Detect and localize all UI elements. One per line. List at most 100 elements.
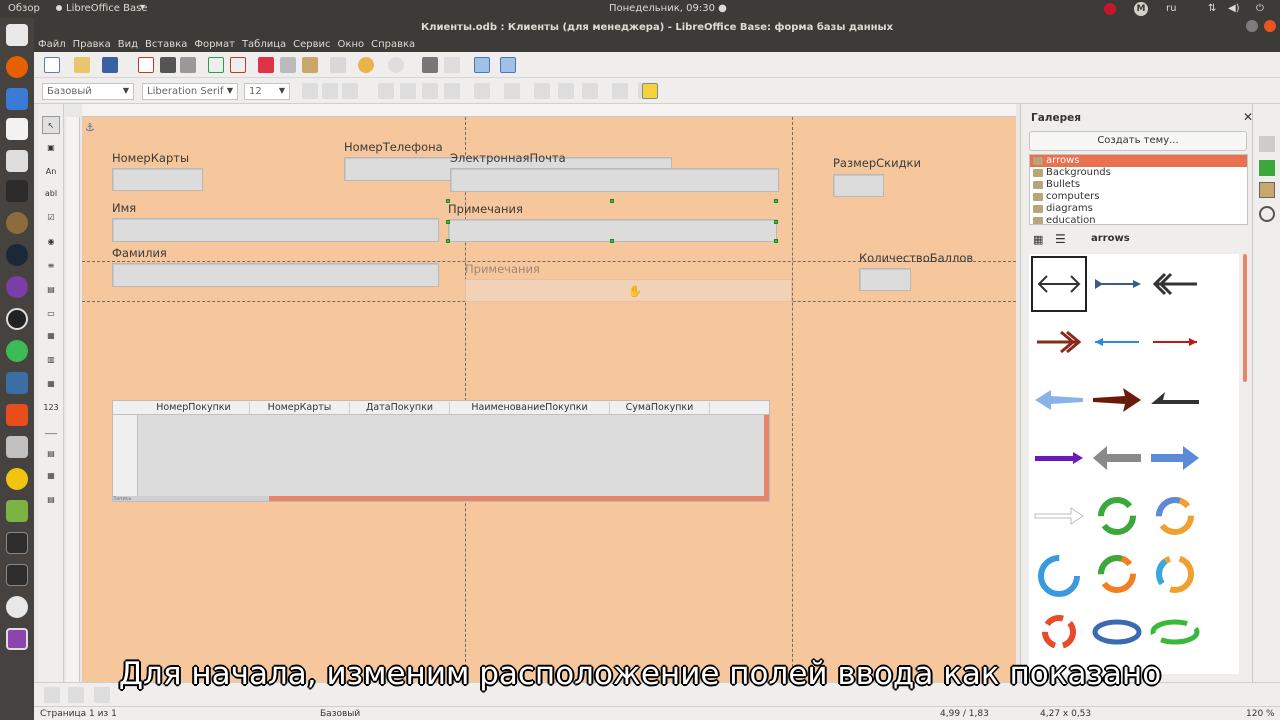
menu-help[interactable]: Справка <box>367 38 418 50</box>
terminal-icon[interactable] <box>6 532 28 554</box>
menu-tools[interactable]: Сервис <box>289 38 333 50</box>
export-pdf-icon[interactable] <box>138 57 154 73</box>
base-icon[interactable] <box>6 628 28 650</box>
tab-order-icon[interactable]: ▤ <box>42 490 60 508</box>
record-navigator[interactable]: Запись <box>113 496 269 502</box>
detail-view-icon[interactable]: ☰ <box>1055 232 1066 246</box>
points-label[interactable]: КоличествоБаллов <box>859 251 973 265</box>
column-header[interactable]: СумаПокупки <box>610 402 710 414</box>
arrow-thumbnail[interactable] <box>1147 256 1203 312</box>
column-header[interactable]: НаименованиеПокупки <box>450 402 610 414</box>
italic-icon[interactable] <box>322 83 338 99</box>
menu-table[interactable]: Таблица <box>238 38 289 50</box>
discount-label[interactable]: РазмерСкидки <box>833 156 921 170</box>
dev-tool-icon[interactable] <box>6 372 28 394</box>
gimp-icon[interactable] <box>6 212 28 234</box>
list-box-icon[interactable]: ≡ <box>42 256 60 274</box>
form-properties-icon[interactable]: ▦ <box>42 466 60 484</box>
styles-tab-icon[interactable] <box>1259 160 1275 176</box>
arrow-thumbnail[interactable] <box>1147 314 1203 370</box>
menu-edit[interactable]: Правка <box>69 38 114 50</box>
design-mode-icon[interactable] <box>474 57 490 73</box>
arrow-thumbnail[interactable] <box>1031 604 1087 660</box>
vertical-scrollbar[interactable] <box>764 415 769 499</box>
indent-increase-icon[interactable] <box>558 83 574 99</box>
record-indicator-icon[interactable] <box>1104 3 1116 15</box>
clone-formatting-icon[interactable] <box>330 57 346 73</box>
notes-label[interactable]: Примечания <box>448 202 523 216</box>
last-name-label[interactable]: Фамилия <box>112 246 167 260</box>
selection-handle[interactable] <box>774 220 778 224</box>
theme-item[interactable]: education <box>1030 215 1247 224</box>
phone-label[interactable]: НомерТелефона <box>344 140 443 154</box>
icon-view-icon[interactable]: ▦ <box>1033 233 1043 246</box>
paste-icon[interactable] <box>302 57 318 73</box>
new-theme-button[interactable]: Создать тему... <box>1029 131 1247 151</box>
writer-icon[interactable] <box>6 88 28 110</box>
save-icon[interactable] <box>102 57 118 73</box>
navigator-tab-icon[interactable] <box>1259 206 1275 222</box>
combo-box-icon[interactable]: ▤ <box>42 280 60 298</box>
font-size-select[interactable]: 12 ▼ <box>244 83 290 100</box>
theme-item[interactable]: computers <box>1030 191 1247 203</box>
selection-handle[interactable] <box>446 239 450 243</box>
arrow-thumbnail[interactable] <box>1147 430 1203 486</box>
selection-handle[interactable] <box>610 199 614 203</box>
avatar[interactable]: M <box>1134 2 1148 16</box>
power-icon[interactable]: ⏻ <box>1256 3 1264 14</box>
theme-item[interactable]: Backgrounds <box>1030 167 1247 179</box>
menu-insert[interactable]: Вставка <box>141 38 190 50</box>
first-name-field[interactable] <box>112 218 439 242</box>
volume-icon[interactable]: ◀) <box>1228 3 1240 14</box>
page-count[interactable]: Страница 1 из 1 <box>40 709 117 719</box>
theme-list[interactable]: arrows Backgrounds Bullets computers dia… <box>1029 154 1248 225</box>
arrow-thumbnail[interactable] <box>1031 314 1087 370</box>
formatted-field-icon[interactable]: ▥ <box>42 350 60 368</box>
form-navigator-icon[interactable]: ▤ <box>42 444 60 462</box>
clock[interactable]: Понедельник, 09:30 ● <box>609 3 727 14</box>
zoom-level[interactable]: 120 % <box>1246 709 1275 719</box>
image-button-icon[interactable]: ▦ <box>42 326 60 344</box>
autospell-icon[interactable] <box>230 57 246 73</box>
theme-item[interactable]: arrows <box>1030 155 1247 167</box>
gallery-tab-icon[interactable] <box>1259 182 1275 198</box>
app-icon[interactable] <box>6 276 28 298</box>
undo-icon[interactable] <box>358 57 374 73</box>
page-style[interactable]: Базовый <box>320 709 360 719</box>
list-bullets-icon[interactable] <box>474 83 490 99</box>
menu-window[interactable]: Окно <box>334 38 368 50</box>
background-color-icon[interactable] <box>642 83 658 99</box>
arrow-thumbnail[interactable] <box>1031 372 1087 428</box>
files-icon[interactable] <box>6 24 28 46</box>
print-icon[interactable] <box>160 57 176 73</box>
settings-icon[interactable] <box>6 596 28 618</box>
selection-handle[interactable] <box>610 239 614 243</box>
arrow-thumbnail[interactable] <box>1031 430 1087 486</box>
arrow-thumbnail[interactable] <box>1147 488 1203 544</box>
print-preview-icon[interactable] <box>180 57 196 73</box>
font-color-icon[interactable] <box>612 83 628 99</box>
app-menu[interactable]: LibreOffice Base <box>55 3 147 14</box>
column-header[interactable]: ДатаПокупки <box>350 402 450 414</box>
anchor-icon[interactable]: ⚓ <box>85 121 95 134</box>
firefox-icon[interactable] <box>6 56 28 78</box>
label-control-icon[interactable]: An <box>42 162 60 180</box>
inkscape-icon[interactable] <box>6 180 28 202</box>
chrome-icon[interactable] <box>6 340 28 362</box>
numeric-field-icon[interactable]: 123 <box>42 398 60 416</box>
arrow-thumbnail[interactable] <box>1147 372 1203 428</box>
gallery-scrollbar[interactable] <box>1243 254 1247 382</box>
properties-tab-icon[interactable] <box>1259 136 1275 152</box>
spellcheck-icon[interactable] <box>208 57 224 73</box>
column-header[interactable]: НомерПокупки <box>138 402 250 414</box>
close-icon[interactable] <box>1264 20 1276 32</box>
arrow-thumbnail[interactable] <box>1089 488 1145 544</box>
steam-icon[interactable] <box>6 244 28 266</box>
pattern-field-icon[interactable]: ___ <box>42 420 60 438</box>
find-replace-icon[interactable] <box>422 57 438 73</box>
network-icon[interactable]: ⇅ <box>1208 3 1216 14</box>
justify-icon[interactable] <box>444 83 460 99</box>
obs-icon[interactable] <box>6 308 28 330</box>
arrow-thumbnail[interactable] <box>1089 430 1145 486</box>
new-document-icon[interactable] <box>44 57 60 73</box>
